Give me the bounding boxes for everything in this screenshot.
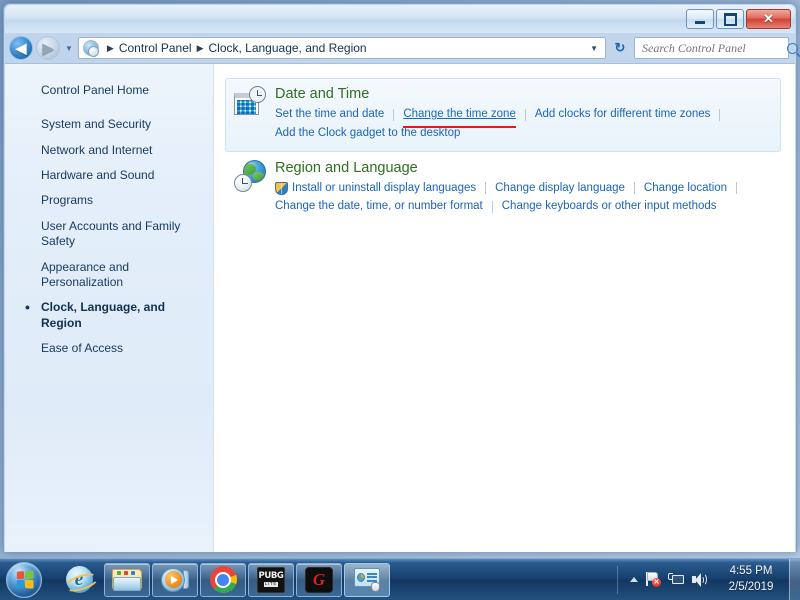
sidebar-item-programs[interactable]: Programs <box>5 188 213 213</box>
breadcrumb-root[interactable]: Control Panel <box>119 41 192 55</box>
action-center-badge: ✕ <box>652 578 661 587</box>
taskbar-buttons: e PUBG LITE G <box>48 562 390 597</box>
back-button[interactable]: ◀ <box>9 36 33 60</box>
search-icon <box>787 42 798 54</box>
forward-button[interactable]: ▶ <box>36 36 60 60</box>
link-separator <box>491 201 493 214</box>
minimize-button[interactable] <box>686 9 714 29</box>
category-title-date-and-time[interactable]: Date and Time <box>275 86 771 103</box>
maximize-button[interactable] <box>716 9 744 29</box>
link-change-keyboards-or-other-input-methods[interactable]: Change keyboards or other input methods <box>502 198 717 216</box>
volume-icon[interactable] <box>691 572 707 587</box>
internet-explorer-icon: e <box>65 566 93 593</box>
sidebar-item-hardware-and-sound[interactable]: Hardware and Sound <box>5 163 213 188</box>
link-separator <box>633 182 635 195</box>
breadcrumb-separator-2: ▶ <box>196 42 204 53</box>
address-bar: ◀ ▶ ▼ ▶ Control Panel ▶ Clock, Language,… <box>5 33 798 63</box>
link-install-or-uninstall-display-languages[interactable]: Install or uninstall display languages <box>292 180 476 198</box>
link-separator <box>524 108 526 121</box>
media-player-icon <box>161 567 189 593</box>
sidebar-item-control-panel-home[interactable]: Control Panel Home <box>5 78 213 103</box>
chrome-icon <box>209 566 237 593</box>
region-language-text: Region and Language Install or uninstall… <box>275 160 771 217</box>
link-set-the-time-and-date[interactable]: Set the time and date <box>275 106 384 124</box>
breadcrumb[interactable]: ▶ Control Panel ▶ Clock, Language, and R… <box>77 37 606 59</box>
show-hidden-icons-icon[interactable] <box>630 577 638 582</box>
refresh-icon[interactable]: ↻ <box>609 37 631 59</box>
title-bar[interactable]: ✕ <box>5 5 795 33</box>
category-region-and-language[interactable]: Region and Language Install or uninstall… <box>225 152 781 226</box>
sidebar-item-system-and-security[interactable]: System and Security <box>5 112 213 137</box>
taskbar-button-garena[interactable]: G <box>296 562 342 597</box>
clock-date: 2/5/2019 <box>728 580 774 593</box>
clock-time: 4:55 PM <box>729 564 773 577</box>
control-panel-window: ✕ ◀ ▶ ▼ ▶ Control Panel ▶ Clock, Languag… <box>3 3 798 552</box>
pubg-icon-line2: LITE <box>263 581 279 588</box>
window-body: Control Panel Home System and Security N… <box>5 63 795 552</box>
clock[interactable]: 4:55 PM 2/5/2019 <box>715 564 787 595</box>
taskbar-button-pubg-lite[interactable]: PUBG LITE <box>248 562 294 597</box>
network-icon[interactable] <box>668 572 684 587</box>
sidebar-item-clock-language-region[interactable]: Clock, Language, and Region <box>5 295 213 336</box>
sidebar-item-ease-of-access[interactable]: Ease of Access <box>5 336 213 361</box>
category-date-and-time[interactable]: Date and Time Set the time and date Chan… <box>225 78 781 152</box>
sidebar-item-user-accounts[interactable]: User Accounts and Family Safety <box>5 214 213 255</box>
region-links-row-2: Change the date, time, or number format … <box>275 198 771 216</box>
content-area: Date and Time Set the time and date Chan… <box>214 64 795 552</box>
region-language-icon <box>234 159 266 192</box>
recent-pages-dropdown-icon[interactable]: ▼ <box>63 44 75 53</box>
garena-icon: G <box>305 566 333 593</box>
date-time-links-row-1: Set the time and date Change the time zo… <box>275 106 771 128</box>
date-time-text: Date and Time Set the time and date Chan… <box>275 86 771 143</box>
taskbar: e PUBG LITE G ✕ 4:55 PM 2/5/2019 <box>0 558 800 600</box>
breadcrumb-separator-1: ▶ <box>106 42 114 53</box>
taskbar-button-control-panel[interactable] <box>344 562 390 597</box>
taskbar-button-windows-explorer[interactable] <box>104 562 150 597</box>
breadcrumb-current[interactable]: Clock, Language, and Region <box>208 41 366 55</box>
date-time-links-row-2: Add the Clock gadget to the desktop <box>275 125 771 143</box>
uac-shield-icon <box>275 181 288 195</box>
action-center-icon[interactable]: ✕ <box>645 572 661 587</box>
close-button[interactable]: ✕ <box>746 9 791 29</box>
category-title-region-and-language[interactable]: Region and Language <box>275 160 771 177</box>
region-links-row-1: Install or uninstall display languages C… <box>275 180 771 198</box>
link-separator <box>485 182 487 195</box>
control-panel-taskbar-icon <box>353 567 381 592</box>
link-add-clocks-for-different-time-zones[interactable]: Add clocks for different time zones <box>535 106 711 124</box>
search-input[interactable] <box>642 40 787 56</box>
date-time-icon <box>234 86 266 118</box>
control-panel-icon <box>82 40 99 57</box>
pubg-icon-line1: PUBG <box>258 570 284 581</box>
windows-logo-icon <box>6 561 42 598</box>
taskbar-button-windows-media-player[interactable] <box>152 562 198 597</box>
link-change-location[interactable]: Change location <box>644 180 727 198</box>
pubg-icon: PUBG LITE <box>257 566 285 593</box>
system-tray-area: ✕ 4:55 PM 2/5/2019 <box>613 558 800 600</box>
sidebar-item-network-and-internet[interactable]: Network and Internet <box>5 138 213 163</box>
sidebar-item-appearance[interactable]: Appearance and Personalization <box>5 255 213 296</box>
link-separator <box>393 108 395 121</box>
start-button[interactable] <box>0 560 48 600</box>
link-separator <box>736 182 738 195</box>
folder-icon <box>112 568 142 591</box>
show-desktop-button[interactable] <box>789 558 800 600</box>
taskbar-button-internet-explorer[interactable]: e <box>56 563 102 597</box>
tray-divider <box>617 565 618 594</box>
link-change-the-time-zone[interactable]: Change the time zone <box>403 106 516 128</box>
link-separator <box>719 108 721 121</box>
system-tray: ✕ <box>622 572 715 587</box>
link-change-the-date-time-or-number-format[interactable]: Change the date, time, or number format <box>275 198 483 216</box>
chevron-down-icon[interactable]: ▼ <box>585 44 603 53</box>
link-change-display-language[interactable]: Change display language <box>495 180 625 198</box>
sidebar: Control Panel Home System and Security N… <box>5 64 214 552</box>
search-box[interactable] <box>634 37 798 59</box>
taskbar-button-google-chrome[interactable] <box>200 562 246 597</box>
window-controls: ✕ <box>686 9 791 29</box>
